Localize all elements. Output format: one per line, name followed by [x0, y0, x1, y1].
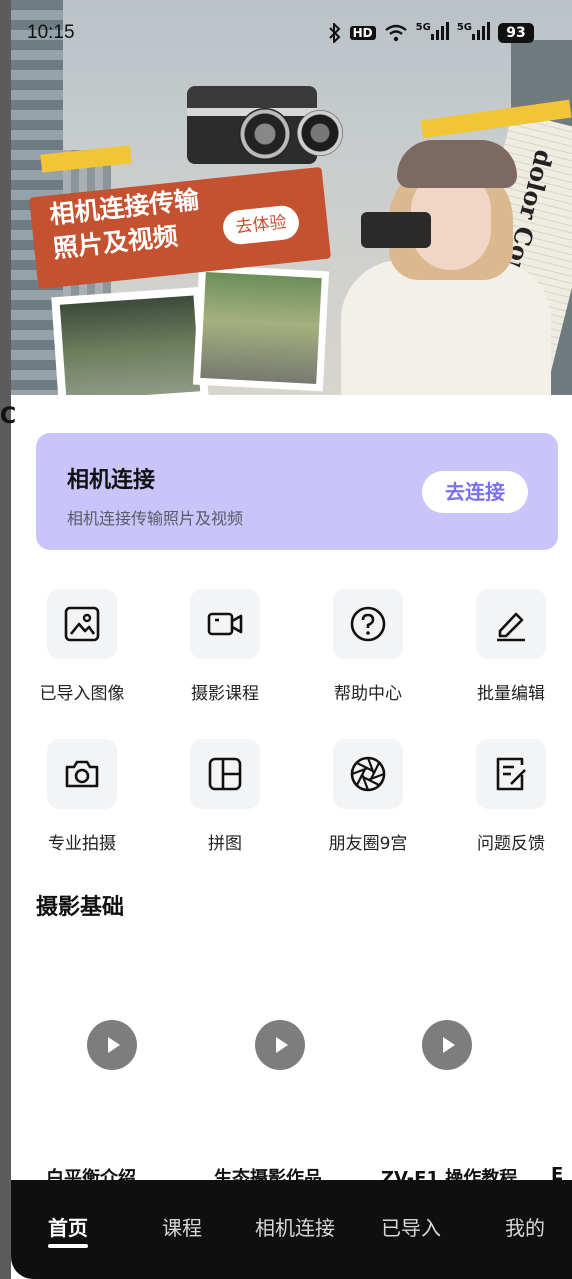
- signal-5g-2: 5G: [457, 22, 490, 44]
- tool-batch-edit[interactable]: 批量编辑: [446, 589, 572, 704]
- tool-imported-images[interactable]: 已导入图像: [17, 589, 147, 704]
- camera-illustration: [187, 86, 343, 164]
- tool-label: 专业拍摄: [48, 834, 116, 854]
- status-icons: HD 5G 5G 93: [328, 22, 534, 44]
- feedback-icon: [476, 739, 546, 809]
- play-icon[interactable]: [255, 1020, 305, 1070]
- play-icon[interactable]: [422, 1020, 472, 1070]
- camera-connect-card[interactable]: 相机连接 相机连接传输照片及视频 去连接: [36, 433, 558, 550]
- connect-card-subtitle: 相机连接传输照片及视频: [67, 509, 244, 528]
- pen-icon: [476, 589, 546, 659]
- hd-badge: HD: [349, 26, 376, 40]
- tool-label: 批量编辑: [477, 684, 545, 704]
- tool-moments-9grid[interactable]: 朋友圈9宫: [303, 739, 433, 854]
- tool-label: 问题反馈: [477, 834, 545, 854]
- connect-card-title: 相机连接: [67, 468, 156, 493]
- signal-5g-1: 5G: [416, 22, 449, 44]
- status-bar: 10:15 HD 5G 5G 93: [11, 0, 572, 64]
- wifi-icon: [384, 24, 407, 42]
- aperture-icon: [333, 739, 403, 809]
- connect-button[interactable]: 去连接: [422, 471, 528, 513]
- active-tab-indicator: [48, 1244, 88, 1248]
- app-screen: dolor Connesso 相机连接传输 照片及视频 去体验 10:15 HD…: [0, 0, 572, 1279]
- tool-label: 朋友圈9宫: [328, 834, 408, 854]
- tool-feedback[interactable]: 问题反馈: [446, 739, 572, 854]
- battery-indicator: 93: [498, 23, 534, 43]
- video-card[interactable]: E: [543, 940, 572, 1190]
- section-title: 摄影基础: [36, 895, 125, 920]
- polaroid-photo: [51, 286, 209, 395]
- model-photo: [341, 140, 551, 395]
- camera-icon: [47, 739, 117, 809]
- tab-home[interactable]: 首页: [48, 1212, 88, 1241]
- tab-courses[interactable]: 课程: [162, 1212, 202, 1241]
- tab-imported[interactable]: 已导入: [381, 1212, 441, 1241]
- status-time: 10:15: [27, 22, 75, 43]
- tab-mine[interactable]: 我的: [505, 1212, 545, 1241]
- bluetooth-icon: [328, 23, 341, 43]
- tab-camera-connect[interactable]: 相机连接: [255, 1212, 335, 1241]
- tool-photo-courses[interactable]: 摄影课程: [160, 589, 290, 704]
- tool-label: 已导入图像: [39, 684, 125, 704]
- image-icon: [47, 589, 117, 659]
- screen-bezel: [0, 0, 11, 1279]
- play-icon[interactable]: [87, 1020, 137, 1070]
- tool-label: 拼图: [208, 834, 242, 854]
- video-card[interactable]: ZV-E1 操作教程: [373, 940, 523, 1190]
- polaroid-photo: [192, 264, 330, 392]
- tool-collage[interactable]: 拼图: [160, 739, 290, 854]
- tool-help-center[interactable]: 帮助中心: [303, 589, 433, 704]
- edge-glyph: C: [0, 404, 17, 429]
- help-circle-icon: [333, 589, 403, 659]
- video-card[interactable]: 白平衡介绍: [38, 940, 188, 1190]
- video-card[interactable]: 生态摄影作品: [206, 940, 356, 1190]
- video-camera-icon: [190, 589, 260, 659]
- tool-label: 帮助中心: [334, 684, 402, 704]
- tool-pro-shooting[interactable]: 专业拍摄: [17, 739, 147, 854]
- collage-icon: [190, 739, 260, 809]
- tool-label: 摄影课程: [191, 684, 259, 704]
- bottom-tab-bar: 首页 课程 相机连接 已导入 我的: [11, 1180, 572, 1279]
